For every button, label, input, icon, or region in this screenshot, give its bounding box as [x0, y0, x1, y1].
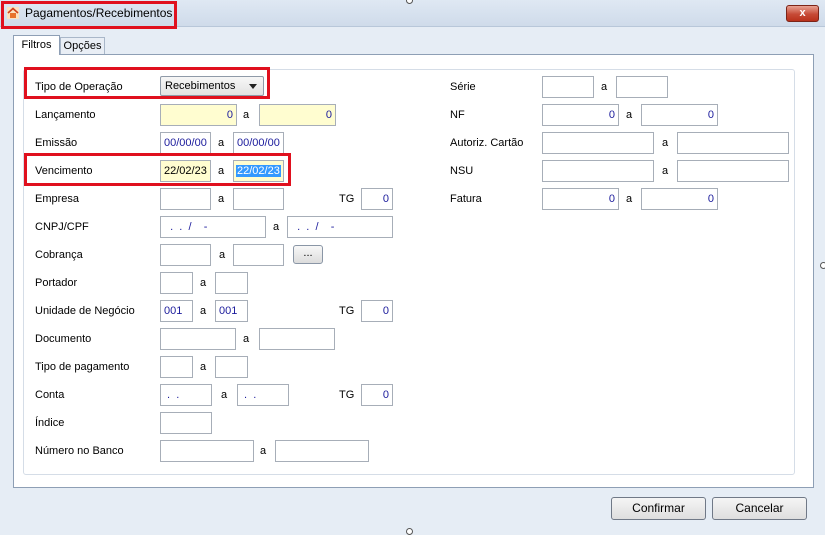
- tipo-pagamento-from-input[interactable]: [160, 356, 193, 378]
- label-indice: Índice: [35, 417, 65, 429]
- numero-banco-to-input[interactable]: [275, 440, 369, 462]
- label-cnpj-cpf: CNPJ/CPF: [35, 221, 89, 233]
- label-documento: Documento: [35, 333, 92, 345]
- vencimento-sep: a: [218, 165, 225, 177]
- tipo-operacao-value: Recebimentos: [165, 80, 236, 92]
- cnpj-cpf-sep: a: [273, 221, 280, 233]
- empresa-from-input[interactable]: [160, 188, 211, 210]
- label-lancamento: Lançamento: [35, 109, 96, 121]
- autoriz-cartao-sep: a: [662, 137, 669, 149]
- app-home-icon: [7, 7, 19, 19]
- tipo-pagamento-to-input[interactable]: [215, 356, 248, 378]
- tab-filtros[interactable]: Filtros: [13, 35, 60, 55]
- documento-from-input[interactable]: [160, 328, 236, 350]
- fatura-to-input[interactable]: 0: [641, 188, 718, 210]
- autoriz-cartao-from-input[interactable]: [542, 132, 654, 154]
- empresa-tg-input[interactable]: 0: [361, 188, 393, 210]
- lancamento-from-input[interactable]: 0: [160, 104, 237, 126]
- empresa-sep: a: [218, 193, 225, 205]
- label-serie: Série: [450, 81, 476, 93]
- emissao-to-input[interactable]: 00/00/00: [233, 132, 284, 154]
- nsu-sep: a: [662, 165, 669, 177]
- label-emissao: Emissão: [35, 137, 78, 149]
- nsu-from-input[interactable]: [542, 160, 654, 182]
- numero-banco-sep: a: [260, 445, 267, 457]
- unidade-negocio-tg-label: TG: [339, 305, 355, 317]
- confirm-button[interactable]: Confirmar: [611, 497, 706, 520]
- label-autoriz-cartao: Autoriz. Cartão: [450, 137, 524, 149]
- serie-from-input[interactable]: [542, 76, 594, 98]
- tab-opcoes[interactable]: Opções: [60, 37, 105, 54]
- emissao-sep: a: [218, 137, 225, 149]
- label-numero-banco: Número no Banco: [35, 445, 124, 457]
- empresa-to-input[interactable]: [233, 188, 284, 210]
- cobranca-sep: a: [219, 249, 226, 261]
- conta-from-input[interactable]: . .: [160, 384, 212, 406]
- cobranca-from-input[interactable]: [160, 244, 211, 266]
- serie-to-input[interactable]: [616, 76, 668, 98]
- nsu-to-input[interactable]: [677, 160, 789, 182]
- numero-banco-from-input[interactable]: [160, 440, 254, 462]
- conta-sep: a: [221, 389, 228, 401]
- resize-handle-right[interactable]: [820, 262, 825, 269]
- cobranca-lookup-button[interactable]: ...: [293, 245, 323, 264]
- chevron-down-icon: [249, 84, 257, 89]
- unidade-negocio-to-input[interactable]: 001: [215, 300, 248, 322]
- label-tipo-pagamento: Tipo de pagamento: [35, 361, 130, 373]
- unidade-negocio-sep: a: [200, 305, 207, 317]
- conta-tg-input[interactable]: 0: [361, 384, 393, 406]
- close-button[interactable]: x: [786, 5, 819, 22]
- tipo-pagamento-sep: a: [200, 361, 207, 373]
- cancel-button[interactable]: Cancelar: [712, 497, 807, 520]
- label-vencimento: Vencimento: [35, 165, 93, 177]
- label-nf: NF: [450, 109, 465, 121]
- vencimento-to-input[interactable]: 22/02/23: [233, 160, 284, 182]
- autoriz-cartao-to-input[interactable]: [677, 132, 789, 154]
- label-unidade-negocio: Unidade de Negócio: [35, 305, 135, 317]
- portador-from-input[interactable]: [160, 272, 193, 294]
- cobranca-to-input[interactable]: [233, 244, 284, 266]
- indice-input[interactable]: [160, 412, 212, 434]
- vencimento-from-input[interactable]: 22/02/23: [160, 160, 211, 182]
- label-fatura: Fatura: [450, 193, 482, 205]
- label-empresa: Empresa: [35, 193, 80, 205]
- nf-to-input[interactable]: 0: [641, 104, 718, 126]
- emissao-from-input[interactable]: 00/00/00: [160, 132, 211, 154]
- filters-groupbox: [23, 69, 795, 475]
- window-title: Pagamentos/Recebimentos: [25, 6, 173, 20]
- unidade-negocio-from-input[interactable]: 001: [160, 300, 193, 322]
- label-cobranca: Cobrança: [35, 249, 83, 261]
- cnpj-cpf-to-input[interactable]: . . / -: [287, 216, 393, 238]
- tipo-operacao-select[interactable]: Recebimentos: [160, 76, 264, 96]
- documento-sep: a: [243, 333, 250, 345]
- lancamento-to-input[interactable]: 0: [259, 104, 336, 126]
- portador-sep: a: [200, 277, 207, 289]
- nf-from-input[interactable]: 0: [542, 104, 619, 126]
- fatura-sep: a: [626, 193, 633, 205]
- documento-to-input[interactable]: [259, 328, 335, 350]
- nf-sep: a: [626, 109, 633, 121]
- lancamento-sep: a: [243, 109, 250, 121]
- conta-tg-label: TG: [339, 389, 355, 401]
- unidade-negocio-tg-input[interactable]: 0: [361, 300, 393, 322]
- conta-to-input[interactable]: . .: [237, 384, 289, 406]
- label-portador: Portador: [35, 277, 78, 289]
- vencimento-to-selected-text: 22/02/23: [236, 165, 281, 177]
- serie-sep: a: [601, 81, 608, 93]
- portador-to-input[interactable]: [215, 272, 248, 294]
- title-bar[interactable]: Pagamentos/Recebimentos x: [0, 0, 825, 27]
- label-tipo-operacao: Tipo de Operação: [35, 81, 123, 93]
- label-nsu: NSU: [450, 165, 474, 177]
- cnpj-cpf-from-input[interactable]: . . / -: [160, 216, 266, 238]
- fatura-from-input[interactable]: 0: [542, 188, 619, 210]
- label-conta: Conta: [35, 389, 65, 401]
- empresa-tg-label: TG: [339, 193, 355, 205]
